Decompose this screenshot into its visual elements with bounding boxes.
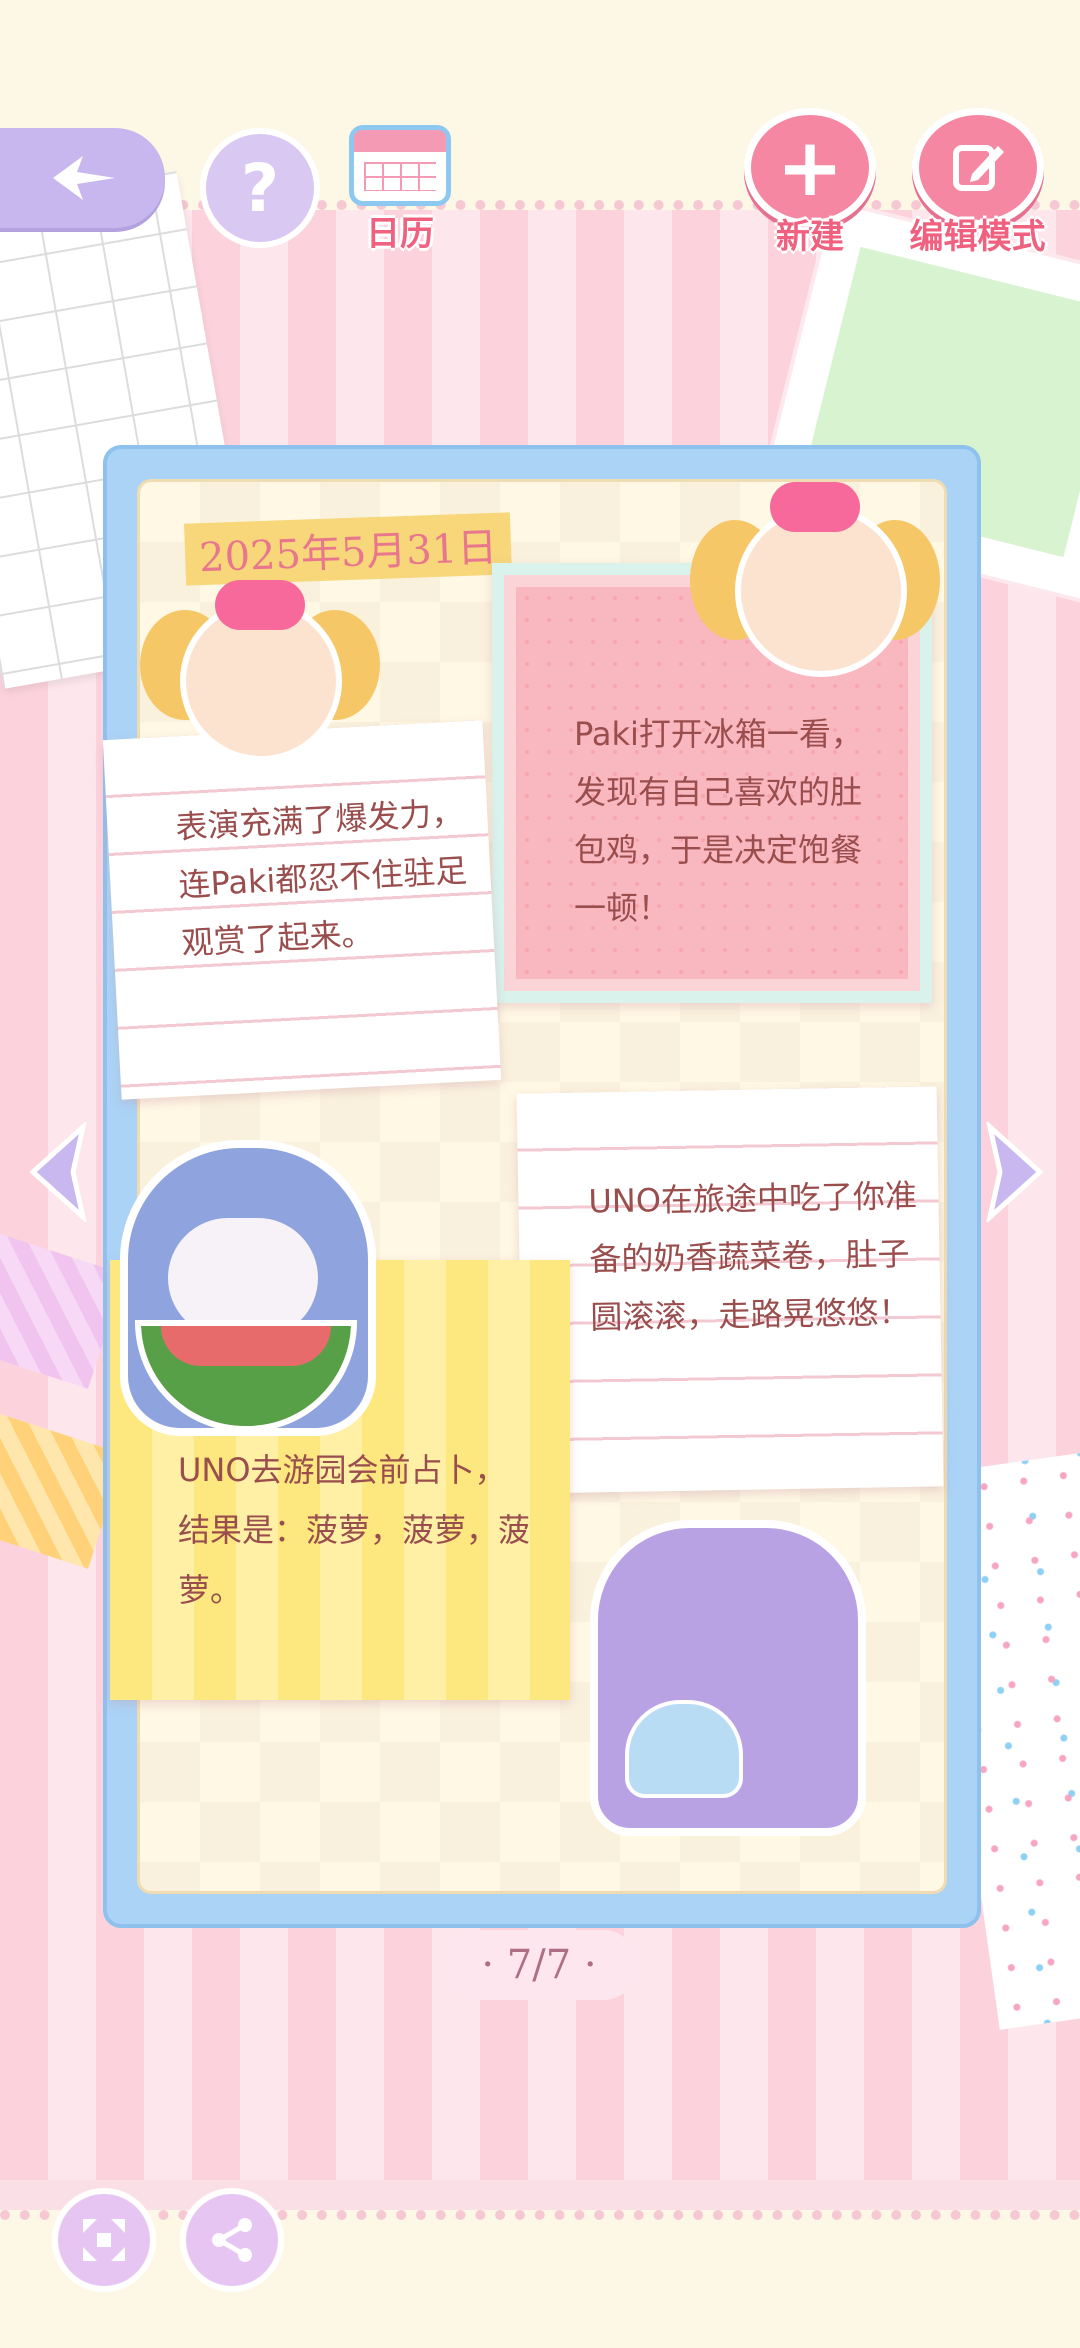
calendar-icon: [349, 125, 451, 206]
journal-note[interactable]: UNO在旅途中吃了你准备的奶香蔬菜卷，肚子圆滚滚，走路晃悠悠！: [516, 1086, 944, 1494]
back-button[interactable]: [0, 128, 165, 228]
page-indicator: · 7/7 ·: [440, 1930, 638, 2000]
character-sticker-paki[interactable]: [140, 570, 380, 790]
arrow-right-icon: [986, 1122, 1044, 1222]
character-sticker-paki[interactable]: [690, 470, 940, 690]
next-page-button[interactable]: [975, 1122, 1045, 1222]
note-text: Paki打开冰箱一看，发现有自己喜欢的肚包鸡，于是决定饱餐一顿！: [574, 715, 863, 927]
bottom-band: [0, 2210, 1080, 2348]
note-text: UNO去游园会前占卜，结果是：菠萝，菠萝，菠萝。: [178, 1451, 531, 1609]
share-icon: [212, 2218, 252, 2262]
share-button[interactable]: [180, 2188, 284, 2292]
previous-page-button[interactable]: [28, 1122, 98, 1222]
calendar-label: 日历: [366, 214, 434, 254]
help-icon: ?: [240, 149, 280, 227]
edit-mode-button[interactable]: 编辑模式: [895, 108, 1060, 258]
arrow-left-icon: [29, 1122, 87, 1222]
note-text: UNO在旅途中吃了你准备的奶香蔬菜卷，肚子圆滚滚，走路晃悠悠！: [588, 1176, 918, 1337]
jellyfish-sticker: [625, 1700, 743, 1798]
new-button[interactable]: + 新建: [744, 108, 876, 258]
fullscreen-icon: [83, 2219, 125, 2261]
fullscreen-button[interactable]: [52, 2188, 156, 2292]
new-label: 新建: [776, 217, 844, 257]
calendar-button[interactable]: 日历: [345, 125, 455, 255]
help-button[interactable]: ?: [200, 128, 320, 248]
note-text: 表演充满了爆发力，连Paki都忍不住驻足观赏了起来。: [174, 793, 469, 963]
edit-mode-label: 编辑模式: [909, 217, 1046, 257]
back-icon: [52, 156, 115, 200]
